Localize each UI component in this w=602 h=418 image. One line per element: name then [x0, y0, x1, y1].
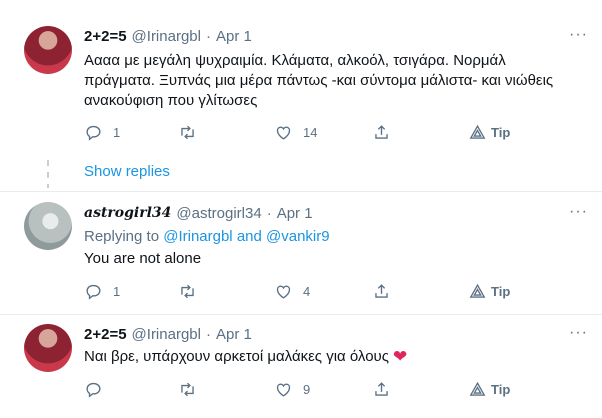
avatar[interactable]: [24, 26, 72, 74]
display-name[interactable]: 2+2=5: [84, 28, 127, 45]
avatar[interactable]: [24, 202, 72, 250]
share-icon: [375, 381, 388, 396]
share-icon: [375, 124, 388, 139]
display-name[interactable]: astrogirl34: [84, 205, 171, 221]
share-button[interactable]: [372, 282, 391, 301]
like-count: 4: [303, 283, 311, 299]
tweet-date[interactable]: Apr 1: [277, 205, 313, 222]
like-button[interactable]: 14: [274, 123, 317, 142]
reply-button[interactable]: 1: [84, 282, 120, 301]
separator-dot: ·: [266, 204, 272, 222]
reply-icon: [86, 284, 101, 300]
reply-count: 1: [113, 283, 121, 299]
tip-icon: [469, 381, 486, 396]
like-button[interactable]: 4: [274, 282, 310, 301]
tip-button[interactable]: Tip: [468, 380, 510, 399]
tweet[interactable]: 2+2=5 @Irinargbl · Apr 1 ··· Αααα με μεγ…: [0, 0, 602, 160]
tweet[interactable]: 2+2=5 @Irinargbl · Apr 1 ··· Ναι βρε, υπ…: [0, 315, 602, 418]
like-button[interactable]: 9: [274, 380, 310, 399]
tweet-actions: 1 4 Tip: [84, 281, 524, 301]
tweet-text: You are not alone: [84, 250, 202, 267]
avatar[interactable]: [24, 324, 72, 372]
share-icon: [375, 283, 388, 298]
show-replies-link[interactable]: Show replies: [84, 163, 170, 180]
retweet-icon: [181, 382, 194, 396]
tweet-text: Αααα με μεγάλη ψυχραιμία. Κλάματα, αλκοό…: [84, 52, 554, 109]
more-icon[interactable]: ···: [569, 26, 588, 44]
retweet-button[interactable]: [178, 282, 207, 301]
tweet-text: Ναι βρε, υπάρχουν αρκετοί μαλάκες για όλ…: [84, 347, 574, 367]
tip-icon: [469, 283, 486, 298]
tweet-actions: 1 14 Tip: [84, 122, 524, 142]
share-button[interactable]: [372, 380, 391, 399]
display-name[interactable]: 2+2=5: [84, 326, 127, 343]
share-button[interactable]: [372, 123, 391, 142]
tip-label: Tip: [491, 283, 511, 299]
user-handle[interactable]: @Irinargbl: [132, 326, 201, 343]
tweet[interactable]: astrogirl34 @astrogirl34 · Apr 1 ··· Rep…: [0, 192, 602, 314]
like-icon: [276, 383, 291, 397]
thread-line: [47, 160, 49, 166]
reply-icon: [86, 125, 101, 141]
replying-to-and[interactable]: and: [237, 228, 262, 245]
separator-dot: ·: [205, 27, 211, 45]
more-icon[interactable]: ···: [569, 203, 588, 221]
like-count: 9: [303, 381, 311, 397]
reply-button[interactable]: [84, 380, 113, 399]
mention-link[interactable]: @vankir9: [266, 228, 330, 245]
thread-line: [47, 184, 49, 188]
user-handle[interactable]: @Irinargbl: [132, 28, 201, 45]
separator-dot: ·: [205, 325, 211, 343]
tip-button[interactable]: Tip: [468, 123, 510, 142]
retweet-icon: [181, 284, 194, 298]
user-handle[interactable]: @astrogirl34: [176, 205, 261, 222]
like-count: 14: [303, 124, 318, 140]
mention-link[interactable]: @Irinargbl: [163, 228, 232, 245]
tweet-date[interactable]: Apr 1: [216, 326, 252, 343]
retweet-button[interactable]: [178, 123, 207, 142]
like-icon: [276, 285, 291, 299]
tip-label: Tip: [491, 124, 511, 140]
more-icon[interactable]: ···: [569, 324, 588, 342]
reply-count: 1: [113, 124, 121, 140]
tweet-text-content: Ναι βρε, υπάρχουν αρκετοί μαλάκες για όλ…: [84, 348, 389, 365]
reply-button[interactable]: 1: [84, 123, 120, 142]
thread-line: [47, 172, 49, 178]
tip-icon: [469, 124, 486, 139]
tweet-header: 2+2=5 @Irinargbl · Apr 1: [84, 324, 252, 344]
tip-label: Tip: [491, 381, 511, 397]
tweet-header: astrogirl34 @astrogirl34 · Apr 1: [84, 203, 313, 223]
like-icon: [276, 126, 291, 140]
replying-to-prefix: Replying to: [84, 228, 160, 245]
tweet-header: 2+2=5 @Irinargbl · Apr 1: [84, 26, 252, 46]
tweet-actions: 9 Tip: [84, 379, 524, 399]
tip-button[interactable]: Tip: [468, 282, 510, 301]
heart-emoji: ❤: [392, 347, 408, 366]
retweet-button[interactable]: [178, 380, 207, 399]
reply-icon: [86, 382, 101, 398]
retweet-icon: [181, 125, 194, 139]
tweet-date[interactable]: Apr 1: [216, 28, 252, 45]
replying-to: Replying to @Irinargbl and @vankir9: [84, 228, 330, 245]
